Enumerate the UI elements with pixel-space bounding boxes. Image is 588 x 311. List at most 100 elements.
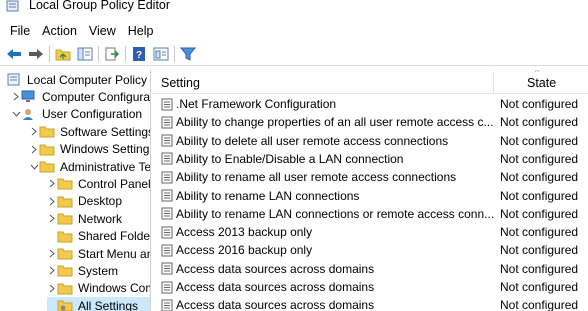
back-button[interactable] — [3, 44, 25, 64]
tree-item[interactable]: Administrative Templates — [29, 158, 151, 175]
menu-view[interactable]: View — [83, 24, 122, 38]
tree-item-label: Local Computer Policy — [27, 72, 148, 87]
setting-state: Not configured — [500, 298, 579, 311]
forward-button[interactable] — [25, 44, 47, 64]
toolbar-separator — [174, 45, 175, 62]
table-row[interactable]: Access 2013 backup only Not configured — [152, 223, 588, 241]
export-icon — [105, 47, 120, 60]
tree-item[interactable]: Windows Settings — [29, 141, 151, 158]
computer-icon — [21, 90, 42, 103]
tree-item-label: Administrative Templates — [60, 159, 151, 174]
toolbar-separator — [98, 45, 99, 62]
tree-item[interactable]: All Settings — [47, 297, 150, 311]
setting-state: Not configured — [500, 261, 579, 276]
setting-name: Ability to rename LAN connections or rem… — [176, 206, 494, 221]
tree-item[interactable]: Network — [47, 210, 122, 227]
folder-icon — [57, 212, 78, 225]
table-row[interactable]: Access data sources across domains Not co… — [152, 260, 588, 278]
up-folder-icon — [55, 49, 71, 60]
chevron-right-icon[interactable] — [47, 280, 57, 297]
column-header-state[interactable]: State — [527, 76, 556, 90]
tree-item[interactable]: Control Panel — [47, 175, 150, 192]
setting-state: Not configured — [500, 243, 579, 258]
properties-icon — [153, 47, 169, 60]
console-tree: Local Computer Policy Computer Configurat… — [0, 70, 151, 311]
tree-item[interactable]: Computer Configuration — [11, 88, 151, 105]
arrow-left-icon — [7, 48, 21, 59]
chevron-right-icon[interactable] — [47, 175, 57, 192]
setting-state: Not configured — [500, 133, 579, 148]
chevron-right-icon[interactable] — [47, 245, 57, 262]
extended-view-button[interactable] — [150, 44, 172, 64]
chevron-right-icon[interactable] — [47, 193, 57, 210]
tree-item[interactable]: User Configuration — [11, 106, 142, 123]
setting-state: Not configured — [500, 280, 579, 294]
toolbar-separator — [49, 45, 50, 62]
menu-bar: File Action View Help — [0, 20, 588, 41]
tree-item-label: Windows Settings — [60, 142, 151, 157]
settings-list: Setting ^ State .Net Framework Configura… — [152, 70, 588, 311]
policy-setting-icon — [161, 226, 173, 239]
policy-setting-icon — [161, 262, 173, 275]
svg-text:?: ? — [136, 50, 142, 61]
tree-item-label: Network — [78, 211, 123, 226]
table-row[interactable]: Ability to Enable/Disable a LAN connecti… — [152, 150, 588, 168]
tree-item[interactable]: Software Settings — [29, 123, 151, 140]
up-folder-button[interactable] — [52, 44, 74, 64]
folder-icon — [57, 264, 78, 277]
arrow-right-icon — [29, 48, 43, 59]
table-row[interactable]: Ability to delete all user remote access… — [152, 132, 588, 150]
chevron-down-icon[interactable] — [11, 106, 21, 123]
table-row[interactable]: Ability to change properties of an all u… — [152, 113, 588, 131]
filter-button[interactable] — [177, 44, 199, 64]
help-icon: ? — [133, 46, 145, 61]
folder-icon — [39, 143, 60, 156]
setting-state: Not configured — [500, 170, 579, 185]
column-divider[interactable] — [493, 70, 494, 94]
chevron-right-icon[interactable] — [29, 123, 39, 140]
filter-icon — [180, 47, 196, 61]
tree-item[interactable]: Local Computer Policy — [4, 71, 147, 88]
setting-name: Access data sources across domains — [176, 261, 375, 276]
tree-item[interactable]: Start Menu and Taskbar — [47, 245, 150, 262]
setting-name: Ability to rename LAN connections — [176, 188, 360, 203]
list-header: Setting ^ State — [152, 70, 588, 94]
tree-item[interactable]: Shared Folders — [47, 228, 150, 245]
user-icon — [21, 108, 42, 121]
chevron-right-icon[interactable] — [29, 141, 39, 158]
table-row[interactable]: Ability to rename all user remote access… — [152, 168, 588, 186]
table-row[interactable]: Ability to rename LAN connections Not con… — [152, 187, 588, 205]
setting-state: Not configured — [500, 151, 579, 166]
policy-setting-icon — [161, 152, 173, 165]
table-row[interactable]: Access data sources across domains Not co… — [152, 278, 588, 296]
policy-setting-icon — [161, 207, 173, 220]
tree-item[interactable]: Windows Components — [47, 280, 150, 297]
menu-action[interactable]: Action — [36, 24, 83, 38]
export-list-button[interactable] — [101, 44, 123, 64]
table-row[interactable]: .Net Framework Configuration Not configur… — [152, 95, 588, 113]
tree-item-label: Software Settings — [60, 124, 151, 139]
console-tree-icon — [77, 47, 93, 60]
setting-name: .Net Framework Configuration — [176, 97, 337, 111]
chevron-right-icon[interactable] — [47, 210, 57, 227]
show-hide-tree-button[interactable] — [74, 44, 96, 64]
toolbar-separator — [125, 45, 126, 62]
table-row[interactable]: Ability to rename LAN connections or rem… — [152, 205, 588, 223]
policy-setting-icon — [161, 116, 173, 129]
tree-item-label: Computer Configuration — [42, 89, 151, 104]
menu-help[interactable]: Help — [122, 24, 160, 38]
computer-policy-icon — [6, 73, 27, 86]
table-row[interactable]: Access data sources across domains Not co… — [152, 296, 588, 311]
policy-setting-icon — [161, 281, 173, 293]
folder-icon — [57, 247, 78, 260]
help-button[interactable]: ? — [128, 44, 150, 64]
tree-item[interactable]: Desktop — [47, 193, 122, 210]
tree-item[interactable]: System — [47, 262, 118, 279]
table-row[interactable]: Access 2016 backup only Not configured — [152, 241, 588, 259]
chevron-down-icon[interactable] — [29, 158, 39, 175]
menu-file[interactable]: File — [4, 24, 36, 38]
chevron-right-icon[interactable] — [11, 88, 21, 105]
chevron-right-icon[interactable] — [47, 262, 57, 279]
column-header-setting[interactable]: Setting — [161, 76, 200, 90]
